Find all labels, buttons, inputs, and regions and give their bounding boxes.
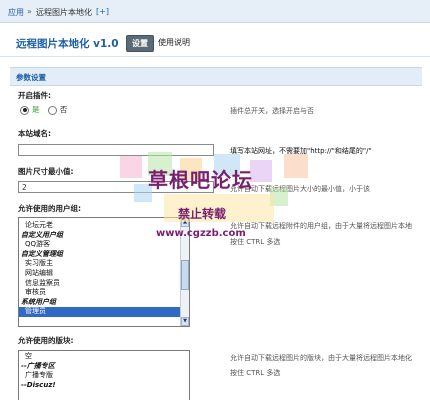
scroll-thumb[interactable] xyxy=(181,260,189,290)
forums-desc: 允许自动下载远程图片的版块，由于大量将远程图片本地化 xyxy=(230,354,412,362)
listbox-option[interactable]: 审核员 xyxy=(19,288,189,298)
watermark: 草根吧论坛 禁止转载 www.cgzzb.com xyxy=(110,150,330,255)
forums-label: 允许使用的版块: xyxy=(18,336,74,345)
breadcrumb-current: 远程图片本地化 xyxy=(36,8,92,17)
listbox-option[interactable]: 信息监察员 xyxy=(19,279,189,289)
breadcrumb-add-link[interactable]: [+] xyxy=(96,7,109,16)
enable-radio-group: 是 否 xyxy=(20,104,67,115)
listbox-group-label: --广播专区 xyxy=(21,361,55,370)
listbox-option[interactable]: 空 xyxy=(19,352,189,362)
scroll-down-arrow-icon[interactable]: ▼ xyxy=(181,317,189,326)
enable-desc: 插件总开关，选择开启与否 xyxy=(230,107,314,115)
title-bar: 远程图片本地化 v1.0 设置 使用说明 xyxy=(0,30,430,57)
watermark-title: 草根吧论坛 xyxy=(148,168,253,192)
breadcrumb: 应用 » 远程图片本地化 [+] xyxy=(0,0,430,23)
listbox-group-label: --Discuz! xyxy=(21,380,56,389)
domain-label: 本站域名: xyxy=(18,129,51,138)
listbox-option[interactable]: 网站编辑 xyxy=(19,269,189,279)
help-link[interactable]: 使用说明 xyxy=(158,37,190,48)
page-title: 远程图片本地化 v1.0 xyxy=(16,38,119,50)
watermark-url: www.cgzzb.com xyxy=(156,228,246,239)
breadcrumb-home-link[interactable]: 应用 xyxy=(8,7,24,18)
enable-no-radio[interactable] xyxy=(47,105,57,115)
section-title: 参数设置 xyxy=(16,73,46,82)
forums-listbox[interactable]: 空 --广播专区 广播专版 --Discuz! xyxy=(18,350,190,400)
listbox-option[interactable]: 广播专版 xyxy=(19,371,189,381)
groups-label: 允许使用的用户组: xyxy=(18,204,81,213)
enable-yes-radio[interactable] xyxy=(20,105,29,115)
enable-no-label[interactable]: 否 xyxy=(60,105,68,114)
min-size-label: 图片尺寸最小值: xyxy=(18,167,74,176)
listbox-option[interactable]: 管理员 xyxy=(19,307,189,317)
forums-ctrl-hint: 按住 CTRL 多选 xyxy=(230,369,281,377)
listbox-group-label: 系统用户组 xyxy=(21,297,56,306)
breadcrumb-separator: » xyxy=(27,7,32,16)
enable-yes-label[interactable]: 是 xyxy=(32,105,40,114)
section-header: 参数设置 xyxy=(10,67,422,86)
enable-label: 开启插件: xyxy=(18,91,51,100)
settings-button[interactable]: 设置 xyxy=(126,35,154,52)
listbox-option[interactable]: 实习版主 xyxy=(19,259,189,269)
watermark-subtitle: 禁止转载 xyxy=(178,207,227,221)
